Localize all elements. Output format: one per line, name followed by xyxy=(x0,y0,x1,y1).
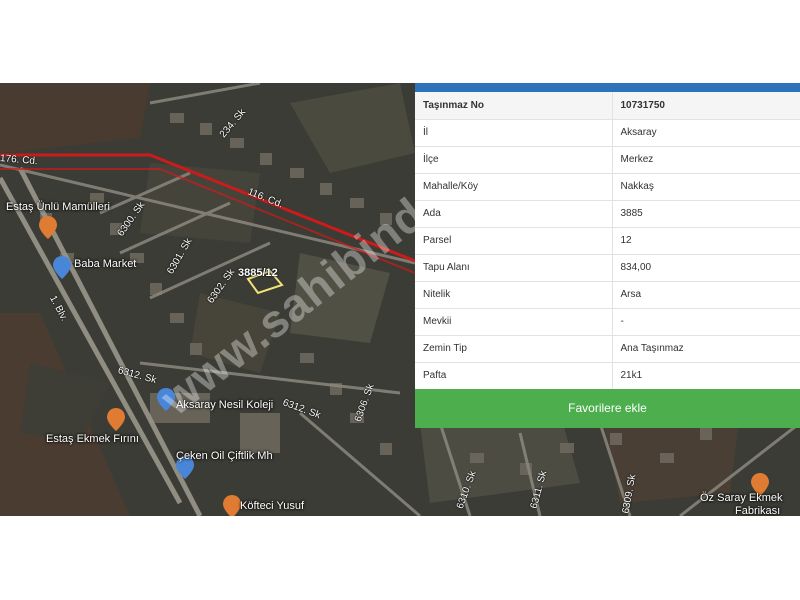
row-label: Mevkii xyxy=(415,308,613,336)
poi-fabrikasi[interactable]: Fabrikası xyxy=(735,505,780,516)
row-value: 21k1 xyxy=(612,362,800,390)
table-row: Nitelik Arsa xyxy=(415,281,800,309)
table-row: Ada 3885 xyxy=(415,200,800,228)
row-label: Ada xyxy=(415,200,613,228)
row-value: Arsa xyxy=(612,281,800,309)
poi-kofteci[interactable]: Köfteci Yusuf xyxy=(240,500,304,512)
poi-ceken-oil[interactable]: Çeken Oil Çiftlik Mh xyxy=(176,450,273,462)
row-value: 12 xyxy=(612,227,800,255)
row-value: - xyxy=(612,308,800,336)
row-label: Taşınmaz No xyxy=(415,92,613,120)
row-label: Mahalle/Köy xyxy=(415,173,613,201)
panel-accent-bar xyxy=(415,83,800,92)
row-value: Nakkaş xyxy=(612,173,800,201)
parcel-info-table: Taşınmaz No 10731750 İl Aksaray İlçe Mer… xyxy=(415,92,800,390)
row-value: Merkez xyxy=(612,146,800,174)
table-row: İlçe Merkez xyxy=(415,146,800,174)
table-row: Mevkii - xyxy=(415,308,800,336)
table-row: Taşınmaz No 10731750 xyxy=(415,92,800,120)
add-to-favorites-button[interactable]: Favorilere ekle xyxy=(415,389,800,428)
table-row: Pafta 21k1 xyxy=(415,362,800,390)
row-value: Aksaray xyxy=(612,119,800,147)
table-row: Zemin Tip Ana Taşınmaz xyxy=(415,335,800,363)
row-label: Tapu Alanı xyxy=(415,254,613,282)
table-row: İl Aksaray xyxy=(415,119,800,147)
poi-oz-saray[interactable]: Öz Saray Ekmek xyxy=(700,492,783,504)
row-label: Zemin Tip xyxy=(415,335,613,363)
row-label: İlçe xyxy=(415,146,613,174)
parcel-info-panel: Taşınmaz No 10731750 İl Aksaray İlçe Mer… xyxy=(415,83,800,428)
poi-estas-ekmek[interactable]: Estaş Ekmek Fırını xyxy=(46,433,139,445)
parcel-label[interactable]: 3885/12 xyxy=(238,267,278,279)
table-row: Parsel 12 xyxy=(415,227,800,255)
row-label: Pafta xyxy=(415,362,613,390)
table-row: Tapu Alanı 834,00 xyxy=(415,254,800,282)
table-row: Mahalle/Köy Nakkaş xyxy=(415,173,800,201)
row-label: Nitelik xyxy=(415,281,613,309)
row-value: Ana Taşınmaz xyxy=(612,335,800,363)
row-label: Parsel xyxy=(415,227,613,255)
page: Estaş Ünlü Mamülleri Baba Market Aksaray… xyxy=(0,0,800,600)
poi-baba-market[interactable]: Baba Market xyxy=(74,258,136,270)
row-value: 10731750 xyxy=(612,92,800,120)
poi-estas-unlu[interactable]: Estaş Ünlü Mamülleri xyxy=(6,201,110,213)
row-label: İl xyxy=(415,119,613,147)
row-value: 834,00 xyxy=(612,254,800,282)
row-value: 3885 xyxy=(612,200,800,228)
